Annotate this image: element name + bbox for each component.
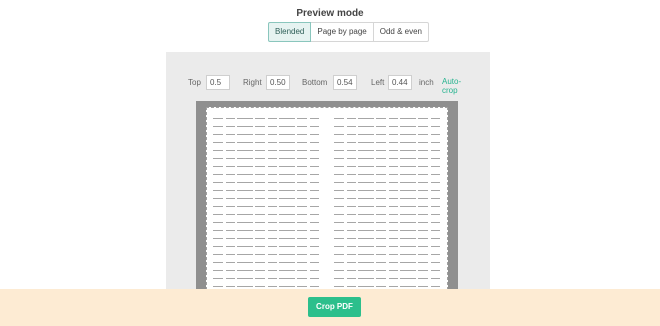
mode-odd-even-button[interactable]: Odd & even [372,22,429,42]
mode-blended-button[interactable]: Blended [268,22,312,42]
bottom-input[interactable]: 0.54 [333,75,357,90]
right-input[interactable]: 0.50 [266,75,290,90]
preview-mode-selector: Blended Page by page Odd & even [268,22,429,42]
mode-page-by-page-button[interactable]: Page by page [310,22,374,42]
preview-mode-title: Preview mode [296,8,364,19]
document-preview [196,101,458,300]
bottom-label: Bottom [302,78,328,87]
unit-label: inch [419,78,434,87]
crop-area[interactable] [206,107,448,300]
page-text-placeholder [334,114,442,299]
left-input[interactable]: 0.44 [388,75,412,90]
top-input[interactable]: 0.5 [206,75,230,90]
top-label: Top [188,78,201,87]
right-label: Right [243,78,262,87]
left-label: Left [371,78,385,87]
crop-pdf-button[interactable]: Crop PDF [308,297,361,317]
page-text-placeholder [213,114,321,299]
page-right [328,108,447,299]
page-left [207,108,327,299]
autocrop-link[interactable]: Auto-crop [442,77,461,95]
app-root: Preview mode Blended Page by page Odd & … [0,0,660,326]
